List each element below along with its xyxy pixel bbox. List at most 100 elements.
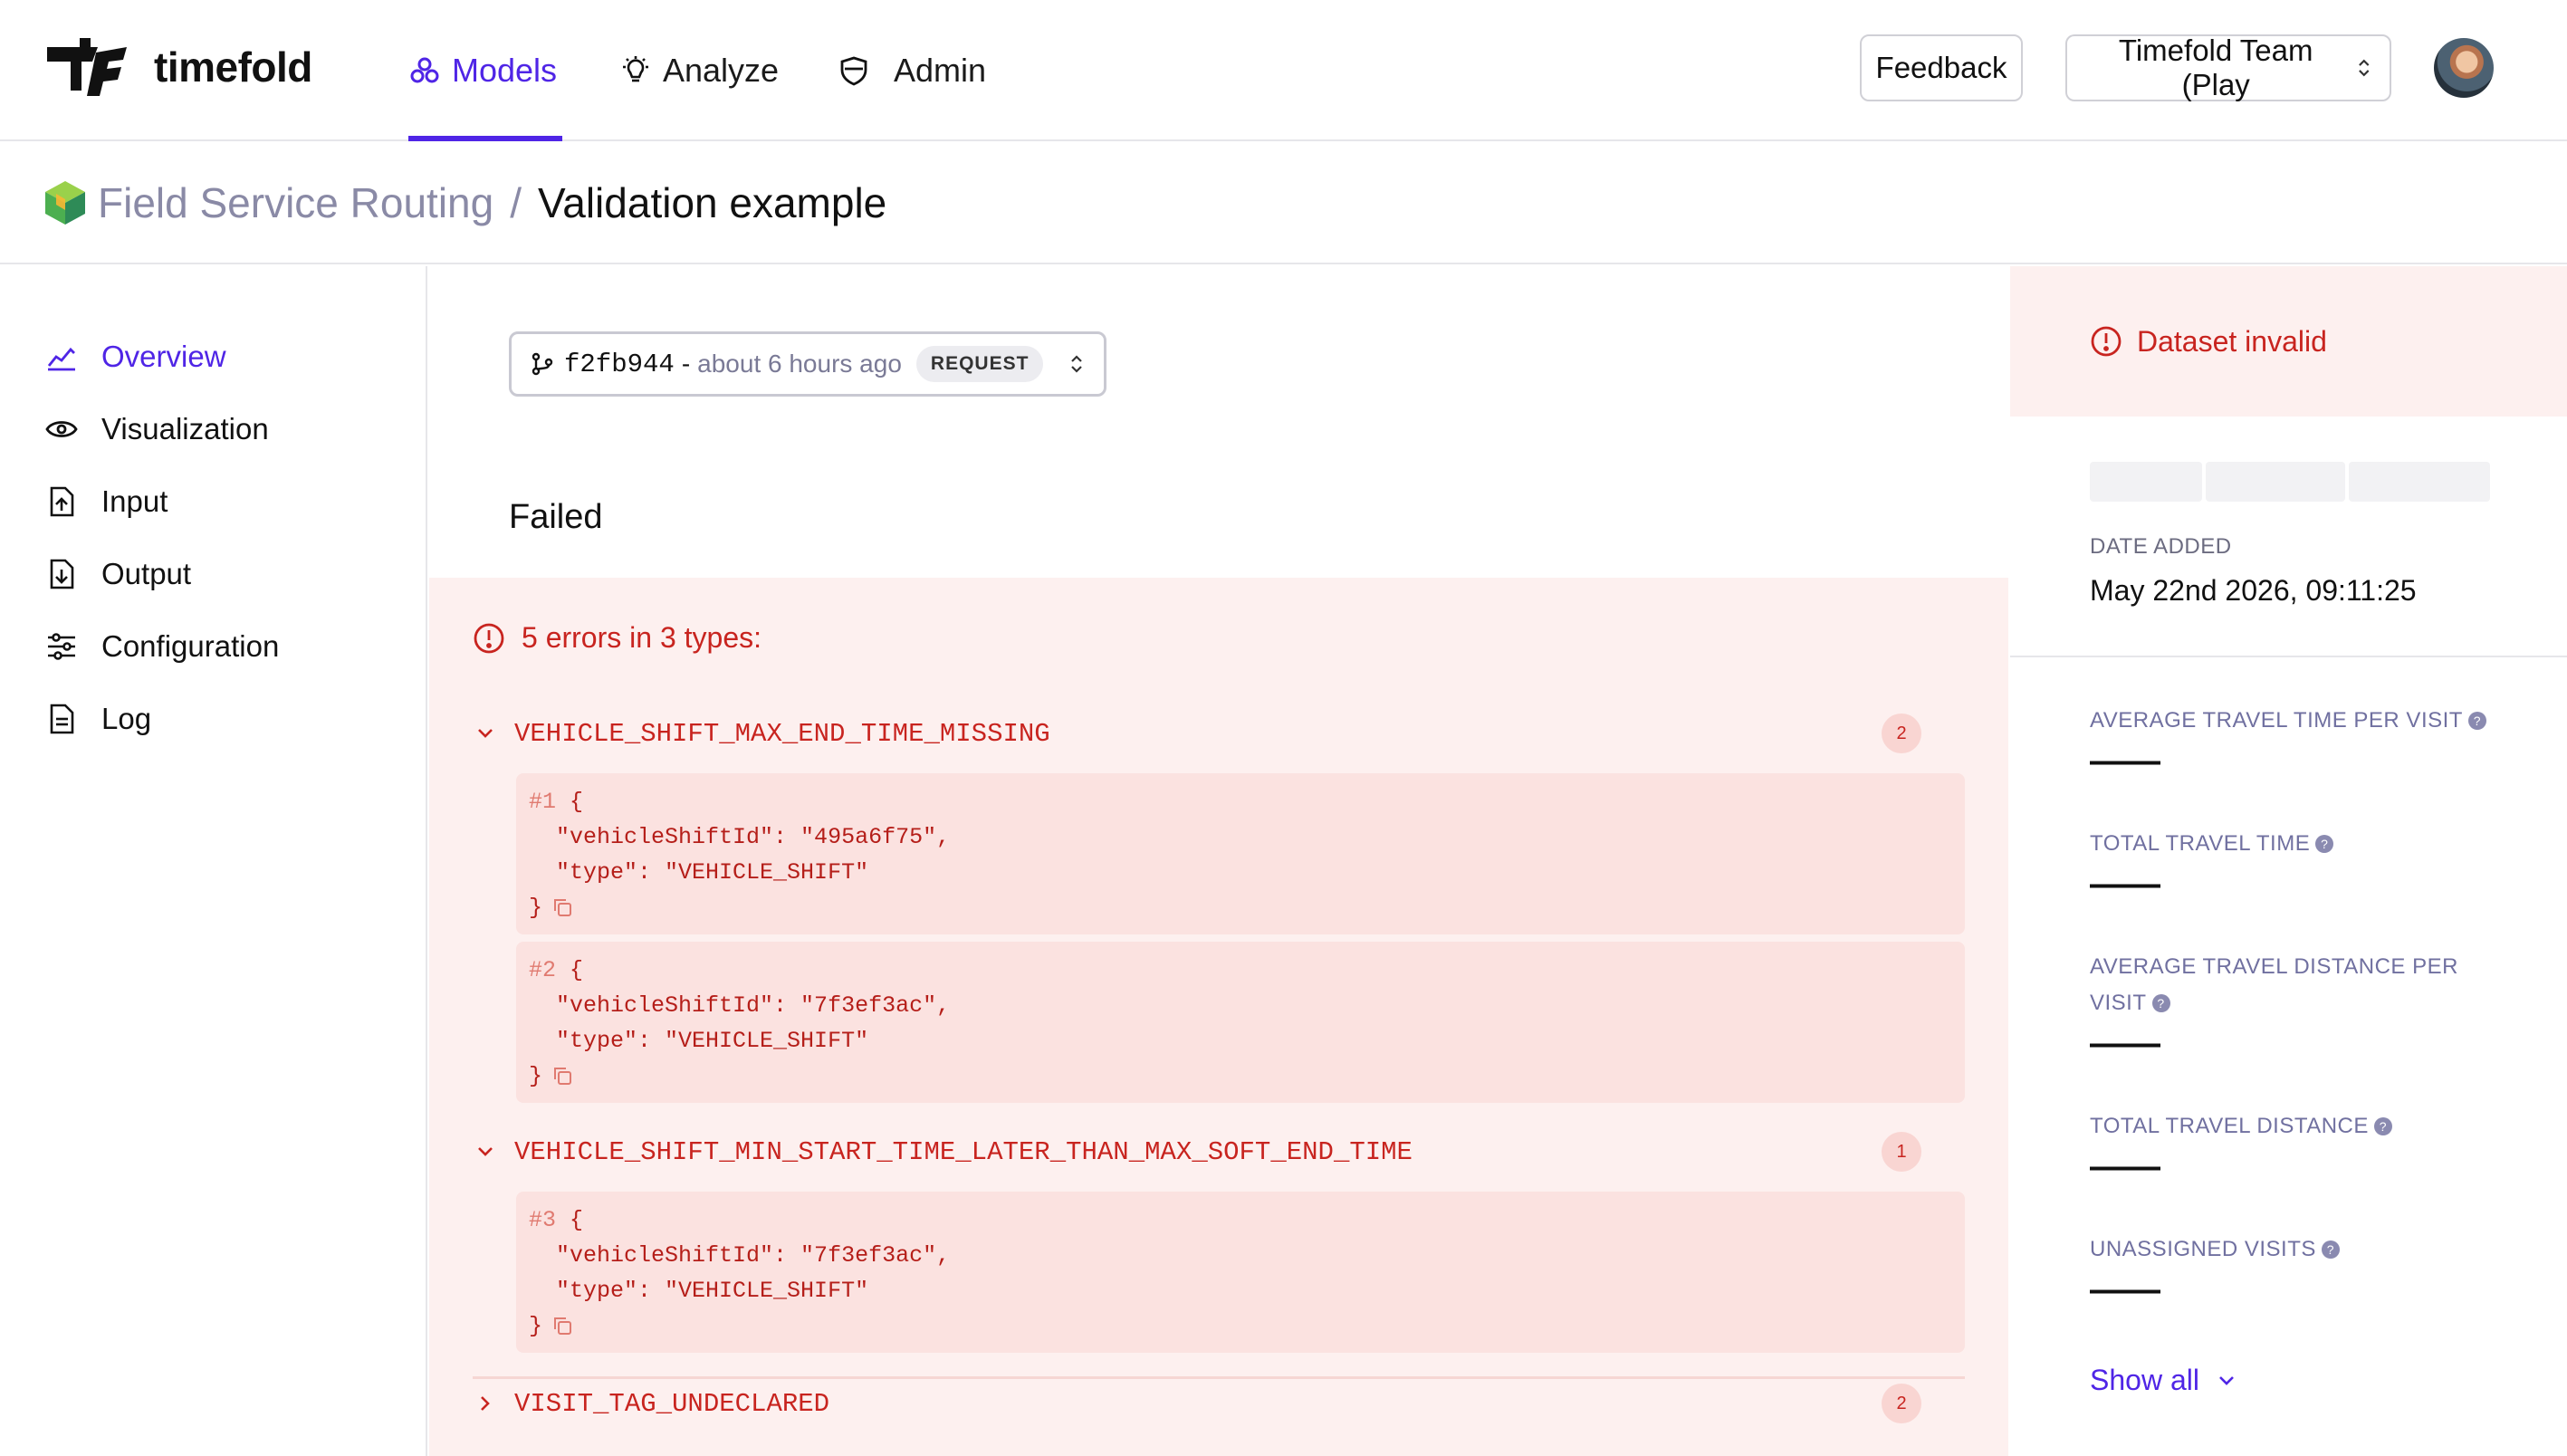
error-count-badge: 2 (1882, 714, 1921, 753)
alert-circle-icon (2091, 326, 2122, 357)
kpi-value: —— (2090, 1023, 2160, 1063)
page-title: Validation example (537, 179, 887, 226)
loading-skeleton (2349, 462, 2490, 502)
loading-skeleton (2090, 462, 2202, 502)
sidebar-item-input[interactable]: Input (45, 474, 168, 529)
nav-tab-analyze[interactable]: Analyze (619, 0, 779, 141)
nav-tab-admin[interactable]: Admin (838, 0, 986, 141)
top-navigation: timefold Models Analyze Admin Feedback T… (0, 0, 2567, 141)
kpi-label: AVERAGE TRAVEL DISTANCE PER VISIT? (2090, 949, 2488, 1021)
kpi-label: UNASSIGNED VISITS? (2090, 1231, 2515, 1268)
sidebar-item-label: Output (101, 557, 192, 590)
help-icon[interactable]: ? (2467, 712, 2486, 730)
error-type-header[interactable]: VEHICLE_SHIFT_MIN_START_TIME_LATER_THAN_… (473, 1125, 1921, 1179)
error-item-type: "type": "VEHICLE_SHIFT" (556, 1028, 869, 1054)
chevron-down-icon (2219, 1375, 2234, 1385)
kpi-value: —— (2090, 1146, 2160, 1186)
help-icon[interactable]: ? (2151, 994, 2170, 1012)
show-all-button[interactable]: Show all (2090, 1364, 2239, 1397)
error-count-badge: 2 (1882, 1384, 1921, 1423)
error-item: #1 { "vehicleShiftId": "495a6f75", "type… (516, 773, 1965, 934)
nav-tab-label: Analyze (663, 52, 780, 89)
error-item-number: #2 (529, 957, 557, 983)
team-select[interactable]: Timefold Team (Play (2065, 34, 2391, 101)
run-badge: REQUEST (915, 346, 1044, 382)
error-item-shift: "vehicleShiftId": "495a6f75", (556, 824, 951, 850)
error-item-number: #1 (529, 789, 557, 815)
sliders-icon (48, 633, 75, 660)
error-type-name: VEHICLE_SHIFT_MAX_END_TIME_MISSING (514, 718, 1050, 749)
chevron-down-icon (478, 1147, 493, 1156)
error-item-number: #3 (529, 1207, 557, 1233)
eye-icon (45, 421, 78, 437)
sidebar-item-output[interactable]: Output (45, 547, 191, 601)
error-item-type: "type": "VEHICLE_SHIFT" (556, 859, 869, 886)
kpi-label-text: UNASSIGNED VISITS (2090, 1237, 2316, 1261)
run-select[interactable]: f2fb944 - about 6 hours ago REQUEST (509, 331, 1106, 397)
kpi-label-text: TOTAL TRAVEL DISTANCE (2090, 1114, 2369, 1138)
breadcrumb-parent-link[interactable]: Field Service Routing (98, 178, 493, 227)
run-time: about 6 hours ago (697, 350, 902, 378)
errors-summary: 5 errors in 3 types: (473, 621, 761, 655)
sidebar-item-label: Visualization (101, 412, 269, 445)
git-branch-icon (532, 352, 553, 376)
nav-tab-label: Admin (894, 52, 987, 89)
main-content: f2fb944 - about 6 hours ago REQUEST Fail… (429, 266, 2008, 1456)
error-item-shift: "vehicleShiftId": "7f3ef3ac", (556, 992, 951, 1019)
run-hash: f2fb944 (564, 349, 675, 379)
help-icon[interactable]: ? (2373, 1117, 2392, 1135)
panel-divider (2010, 656, 2567, 657)
error-item: #2 { "vehicleShiftId": "7f3ef3ac", "type… (516, 942, 1965, 1103)
chart-icon (47, 347, 75, 371)
run-separator: - (681, 350, 691, 378)
nav-tab-models[interactable]: Models (408, 0, 562, 141)
errors-panel: 5 errors in 3 types: VEHICLE_SHIFT_MAX_E… (429, 578, 2008, 1456)
bulb-icon (623, 56, 648, 82)
avatar[interactable] (2434, 38, 2494, 98)
models-icon (410, 57, 439, 83)
error-item-shift: "vehicleShiftId": "7f3ef3ac", (556, 1242, 951, 1269)
sidebar-item-visualization[interactable]: Visualization (45, 402, 269, 456)
copy-icon[interactable] (551, 896, 573, 918)
feedback-button[interactable]: Feedback (1860, 34, 2023, 101)
sidebar: Overview Visualization Input Output Conf… (0, 266, 427, 1456)
error-type-header[interactable]: VISIT_TAG_UNDECLARED 2 (473, 1376, 1921, 1431)
sidebar-item-label: Log (101, 702, 152, 735)
sidebar-item-configuration[interactable]: Configuration (45, 619, 279, 674)
date-added-value: May 22nd 2026, 09:11:25 (2090, 574, 2417, 607)
kpi-value: —— (2090, 864, 2160, 904)
error-item-type: "type": "VEHICLE_SHIFT" (556, 1278, 869, 1304)
error-type-header[interactable]: VEHICLE_SHIFT_MAX_END_TIME_MISSING 2 (473, 706, 1921, 761)
status-title: Failed (509, 498, 603, 536)
nav-tab-label: Models (452, 52, 558, 89)
model-cube-icon (45, 181, 85, 225)
kpi-label: TOTAL TRAVEL DISTANCE? (2090, 1108, 2515, 1145)
alert-circle-icon (474, 623, 504, 653)
date-added-label: DATE ADDED (2090, 534, 2232, 559)
kpi-label-text: AVERAGE TRAVEL DISTANCE PER VISIT (2090, 954, 2458, 1015)
copy-icon[interactable] (551, 1315, 573, 1336)
dataset-invalid-text: Dataset invalid (2137, 324, 2327, 358)
copy-icon[interactable] (551, 1065, 573, 1087)
sidebar-item-overview[interactable]: Overview (45, 330, 226, 384)
file-upload-icon (50, 486, 74, 517)
breadcrumb-separator: / (510, 179, 522, 226)
help-icon[interactable]: ? (2321, 1240, 2340, 1259)
error-item: #3 { "vehicleShiftId": "7f3ef3ac", "type… (516, 1192, 1965, 1353)
brand[interactable]: timefold (43, 34, 312, 100)
help-icon[interactable]: ? (2315, 835, 2334, 853)
loading-skeleton (2206, 462, 2345, 502)
sidebar-item-label: Input (101, 484, 168, 518)
timefold-logo-icon (47, 38, 127, 96)
sidebar-item-log[interactable]: Log (45, 692, 151, 746)
kpi-label: TOTAL TRAVEL TIME? (2090, 826, 2515, 862)
brand-name: timefold (154, 43, 312, 91)
breadcrumb: Field Service Routing / Validation examp… (0, 143, 2567, 264)
document-icon (50, 704, 74, 734)
kpi-label-text: AVERAGE TRAVEL TIME PER VISIT (2090, 708, 2463, 733)
error-type-name: VEHICLE_SHIFT_MIN_START_TIME_LATER_THAN_… (514, 1136, 1413, 1167)
kpi-value: —— (2090, 1269, 2160, 1309)
file-download-icon (50, 559, 74, 589)
error-count-badge: 1 (1882, 1132, 1921, 1172)
errors-summary-text: 5 errors in 3 types: (522, 621, 761, 654)
